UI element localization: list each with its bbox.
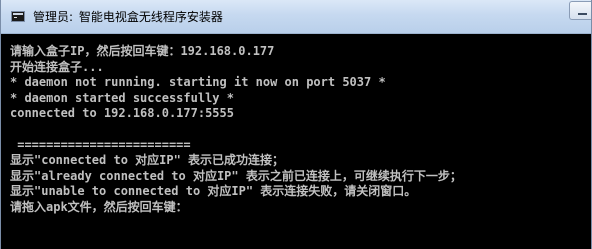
- console-line-hint-unable: 显示"unable to connected to 对应IP" 表示连接失败，请…: [10, 184, 417, 199]
- console-line-connecting: 开始连接盒子...: [10, 59, 104, 74]
- title-prefix: 管理员:: [33, 10, 74, 24]
- console-line-hint-connected: 显示"connected to 对应IP" 表示已成功连接；: [10, 153, 285, 168]
- title-name: 智能电视盒无线程序安装器: [78, 10, 223, 24]
- console-line-hint-already: 显示"already connected to 对应IP" 表示之前已连接上，可…: [10, 168, 462, 183]
- console-line-separator: ========================: [10, 137, 191, 152]
- console-window: 管理员: 智能电视盒无线程序安装器 请输入盒子IP，然后按回车键：192.168…: [0, 0, 592, 249]
- console-line-prompt-apk: 请拖入apk文件，然后按回车键：: [10, 199, 188, 214]
- console-line-connected: connected to 192.168.0.177:5555: [10, 106, 234, 121]
- console-line-daemon-start: * daemon not running. starting it now on…: [10, 75, 386, 90]
- console-line-prompt-ip: 请输入盒子IP，然后按回车键：192.168.0.177: [10, 44, 275, 58]
- minimize-icon: [578, 13, 587, 15]
- window-title: 管理员: 智能电视盒无线程序安装器: [33, 9, 223, 25]
- console-output[interactable]: 请输入盒子IP，然后按回车键：192.168.0.177 开始连接盒子... *…: [1, 34, 591, 249]
- minimize-button[interactable]: [569, 1, 591, 20]
- console-line-daemon-ok: * daemon started successfully *: [10, 90, 234, 105]
- cmd-icon[interactable]: [11, 11, 25, 22]
- title-bar[interactable]: 管理员: 智能电视盒无线程序安装器: [1, 0, 591, 34]
